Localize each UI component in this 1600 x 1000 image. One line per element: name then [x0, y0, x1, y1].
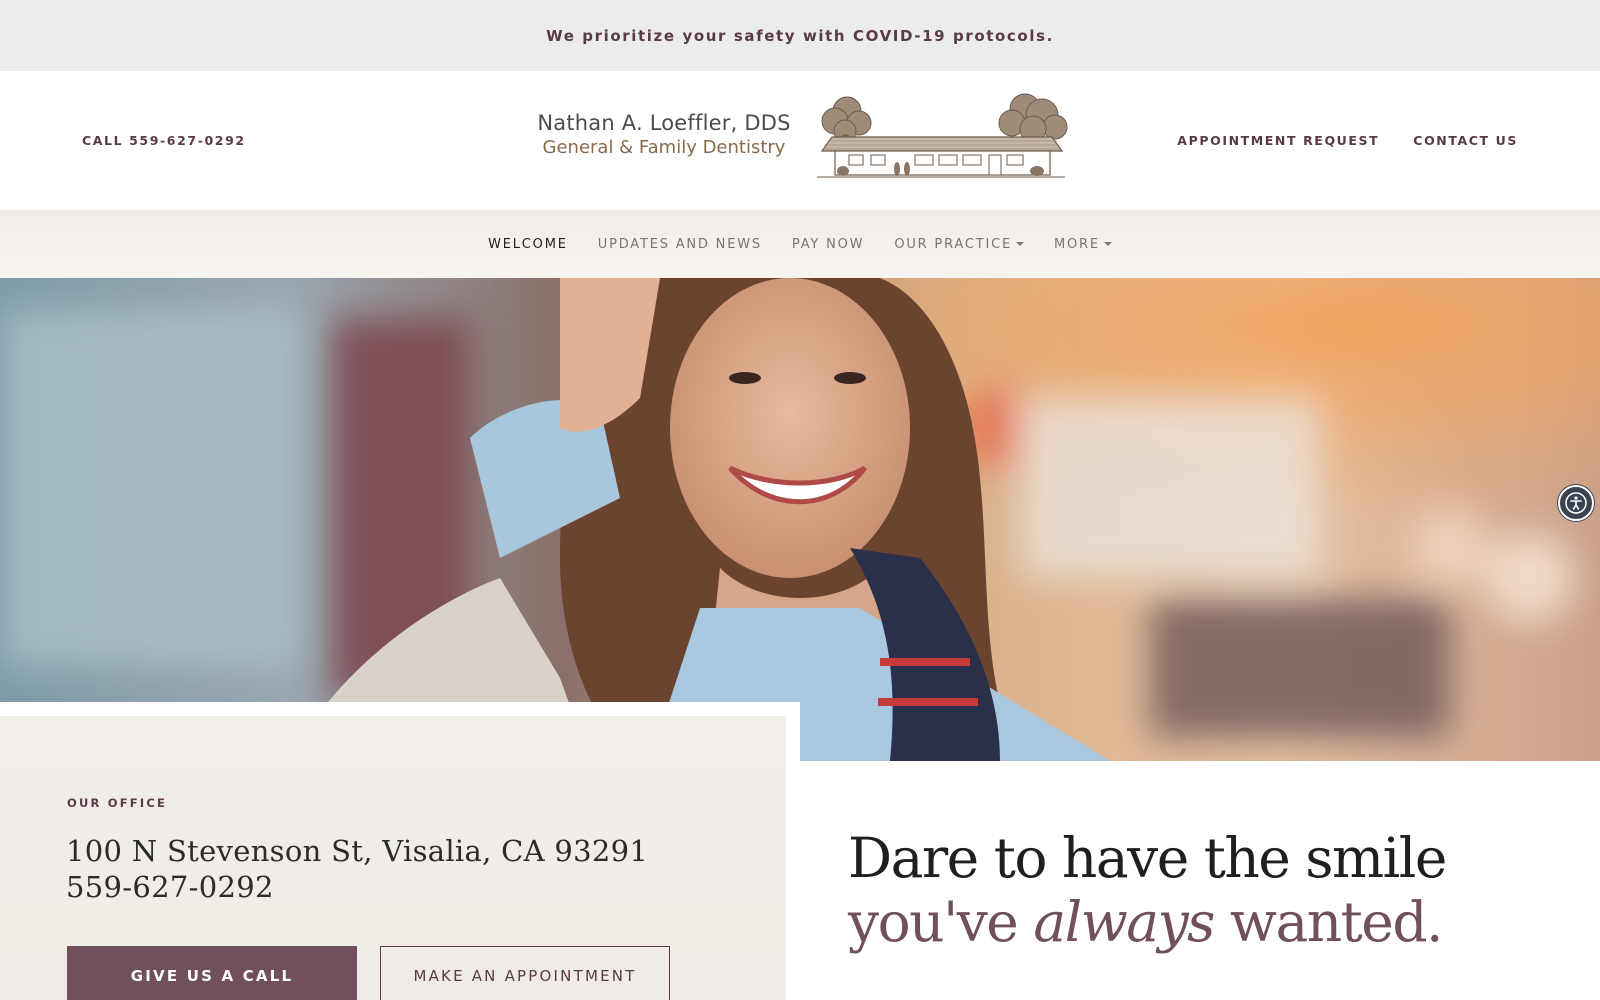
contact-us-link[interactable]: CONTACT US — [1413, 133, 1518, 148]
give-us-a-call-button[interactable]: GIVE US A CALL — [67, 946, 357, 1000]
tagline-line2-post: wanted. — [1213, 890, 1444, 954]
tagline-line1: Dare to have the smile — [848, 826, 1447, 890]
office-info-panel: OUR OFFICE 100 N Stevenson St, Visalia, … — [0, 702, 800, 1000]
office-address: 100 N Stevenson St, Visalia, CA 93291 — [66, 834, 649, 868]
tagline-line2: you've always wanted. — [848, 890, 1446, 954]
appointment-request-link[interactable]: APPOINTMENT REQUEST — [1177, 133, 1379, 148]
smiling-woman-photo — [0, 278, 1600, 761]
site-logo[interactable]: Nathan A. Loeffler, DDS General & Family… — [533, 89, 1078, 197]
call-phone-link[interactable]: CALL 559-627-0292 — [82, 133, 246, 148]
header-links: APPOINTMENT REQUEST CONTACT US — [1177, 133, 1518, 148]
accessibility-icon — [1565, 492, 1587, 514]
nav-label: PAY NOW — [791, 236, 865, 252]
announcement-text: We prioritize your safety with COVID-19 … — [546, 26, 1054, 45]
office-building-icon — [817, 93, 1068, 178]
site-header: CALL 559-627-0292 Nathan A. Loeffler, DD… — [0, 71, 1600, 210]
nav-label: WELCOME — [488, 236, 568, 252]
nav-item-welcome[interactable]: WELCOME — [488, 237, 568, 252]
hero-image — [0, 278, 1600, 761]
tagline-line2-pre: you've — [848, 890, 1034, 954]
make-appointment-button[interactable]: MAKE AN APPOINTMENT — [380, 946, 670, 1000]
chevron-down-icon — [1015, 242, 1024, 246]
nav-item-updates[interactable]: UPDATES AND NEWS — [598, 237, 762, 252]
hero-tagline: Dare to have the smile you've always wan… — [848, 826, 1447, 954]
nav-item-our-practice[interactable]: OUR PRACTICE — [894, 237, 1024, 252]
main-nav: WELCOME UPDATES AND NEWS PAY NOW OUR PRA… — [0, 210, 1600, 278]
announcement-bar: We prioritize your safety with COVID-19 … — [0, 0, 1600, 71]
nav-label: OUR PRACTICE — [894, 236, 1012, 252]
nav-label: UPDATES AND NEWS — [597, 236, 762, 252]
logo-text: Nathan A. Loeffler, DDS General & Family… — [533, 111, 795, 158]
logo-subtitle: General & Family Dentistry — [542, 137, 786, 158]
chevron-down-icon — [1103, 242, 1112, 246]
accessibility-button[interactable] — [1558, 485, 1594, 521]
office-info-card: OUR OFFICE 100 N Stevenson St, Visalia, … — [0, 716, 786, 1000]
office-phone: 559-627-0292 — [66, 870, 274, 904]
logo-name: Nathan A. Loeffler, DDS — [537, 111, 791, 135]
tagline-emphasis: always — [1033, 890, 1215, 954]
nav-item-more[interactable]: MORE — [1054, 237, 1112, 252]
office-label: OUR OFFICE — [67, 796, 168, 810]
nav-item-pay-now[interactable]: PAY NOW — [792, 237, 864, 252]
nav-label: MORE — [1053, 236, 1100, 252]
